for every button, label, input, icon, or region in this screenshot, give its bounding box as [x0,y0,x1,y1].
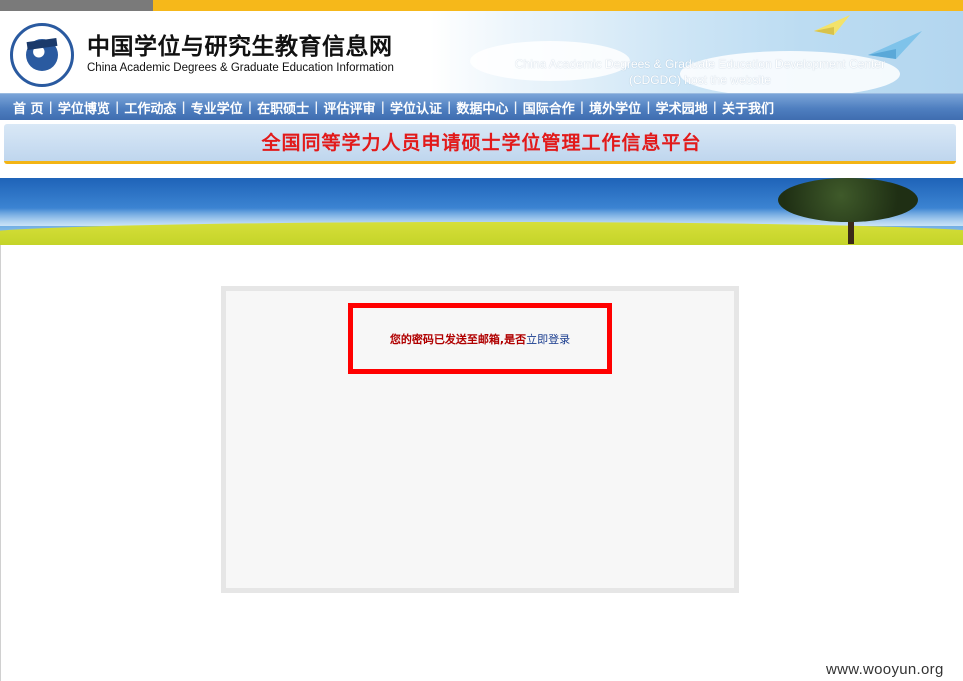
nav-item-degree-overview[interactable]: 学位博览 [58,98,110,117]
nav-separator: | [579,100,585,114]
platform-title: 全国同等学力人员申请硕士学位管理工作信息平台 [261,132,702,154]
nav-separator: | [314,100,319,114]
nav-separator: | [446,100,452,114]
host-notice: China Academic Degrees & Graduate Educat… [470,56,930,88]
top-stripe-gray [0,0,153,11]
nav-item-home[interactable]: 首 页 [13,98,44,117]
site-subtitle: China Academic Degrees & Graduate Educat… [87,62,394,74]
site-title: 中国学位与研究生教育信息网 [87,34,393,60]
platform-banner: 全国同等学力人员申请硕士学位管理工作信息平台 [0,120,963,168]
paper-plane-icon [814,15,850,35]
password-sent-message: 您的密码已发送至邮箱,是否立即登录 [353,331,607,347]
highlight-box: 您的密码已发送至邮箱,是否立即登录 [348,303,612,374]
paper-plane-icon [868,31,922,59]
site-header: 中国学位与研究生教育信息网 China Academic Degrees & G… [0,11,963,93]
nav-item-about-us[interactable]: 关于我们 [722,98,774,117]
tree-icon [778,178,918,222]
nav-separator: | [48,100,53,114]
nav-separator: | [114,100,120,114]
top-stripe-yellow [153,0,963,11]
nav-separator: | [181,100,186,114]
top-stripe [0,0,963,11]
nav-item-foreign-degree[interactable]: 境外学位 [589,98,641,117]
nav-item-news[interactable]: 工作动态 [124,98,176,117]
nav-item-international[interactable]: 国际合作 [523,98,575,117]
login-now-link[interactable]: 立即登录 [526,333,570,346]
watermark: www.wooyun.org [826,661,944,678]
nav-separator: | [712,100,717,114]
nav-separator: | [380,100,385,114]
nav-item-in-service-master[interactable]: 在职硕士 [257,98,309,117]
nav-item-certification[interactable]: 学位认证 [390,98,442,117]
nav-item-data-center[interactable]: 数据中心 [456,98,508,117]
nav-separator: | [646,100,651,114]
nav-separator: | [513,100,518,114]
nav-item-academic[interactable]: 学术园地 [656,98,708,117]
landscape-banner-image [0,178,963,245]
nav-item-professional-degree[interactable]: 专业学位 [191,98,243,117]
host-notice-line1: China Academic Degrees & Graduate Educat… [514,57,886,71]
site-logo[interactable] [10,23,74,87]
nav-separator: | [247,100,253,114]
main-nav: 首 页 | 学位博览 | 工作动态 | 专业学位 | 在职硕士 | 评估评审 |… [0,93,963,120]
nav-item-evaluation[interactable]: 评估评审 [324,98,376,117]
landscape-field [0,222,963,245]
host-notice-line2: (CDGDC) host the website [628,73,772,87]
password-sent-text: 您的密码已发送至邮箱,是否 [389,333,527,346]
